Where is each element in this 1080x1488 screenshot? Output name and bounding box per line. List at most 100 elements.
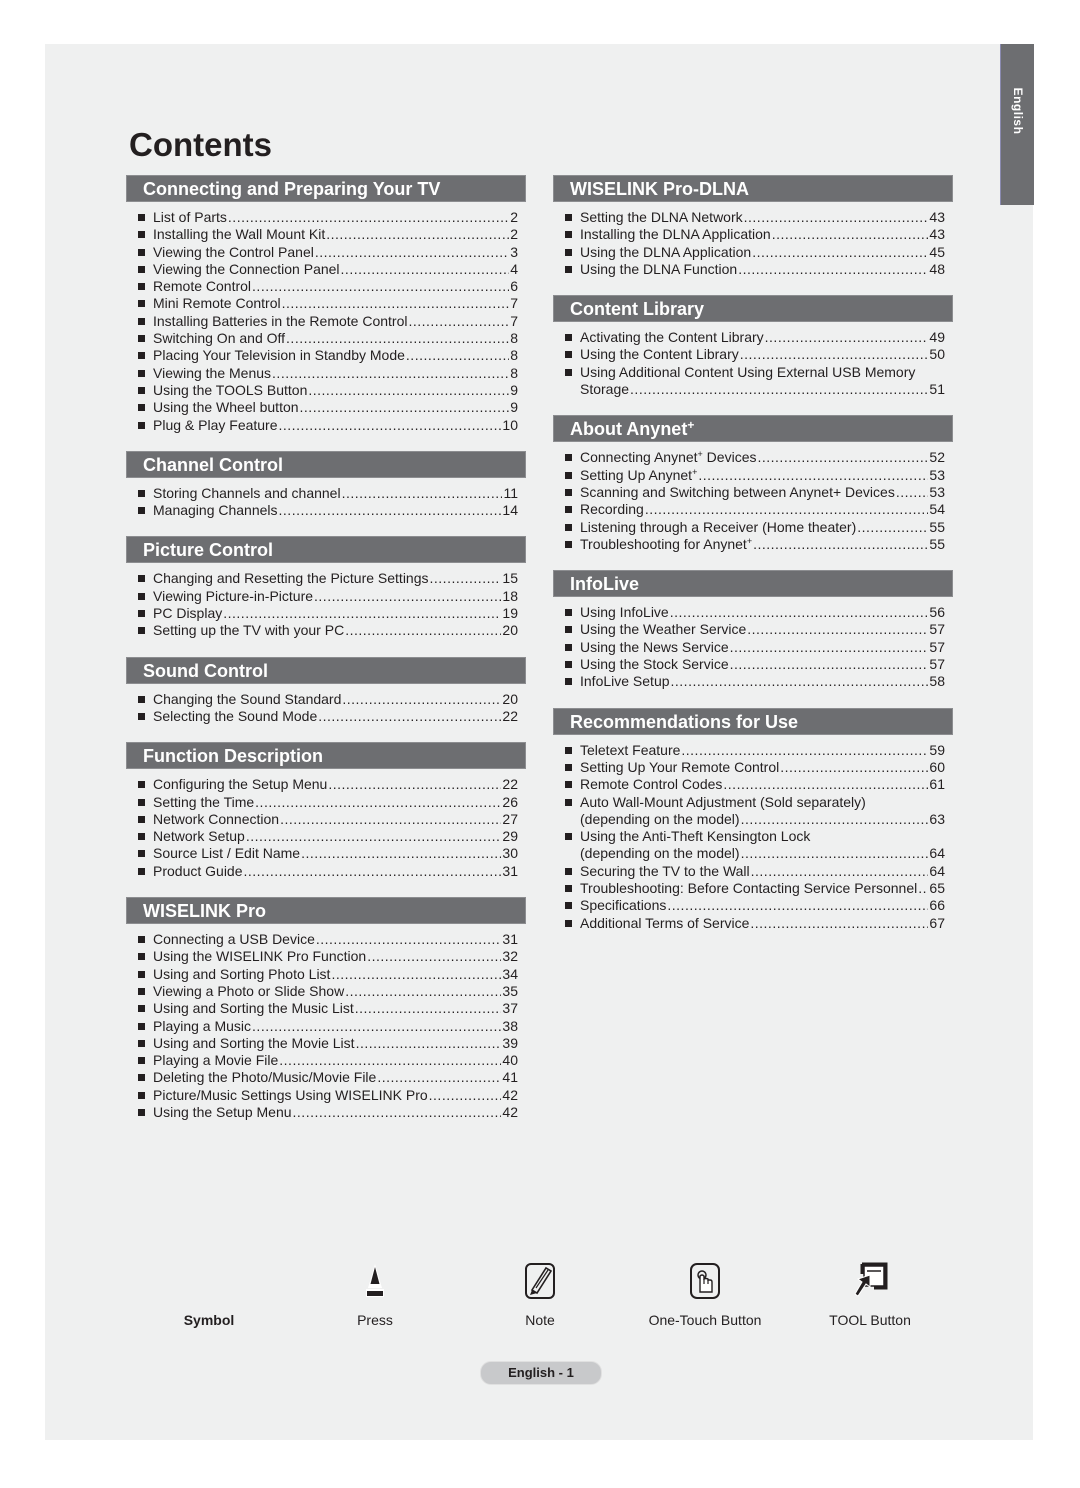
toc-entry[interactable]: Using Additional Content Using External … — [565, 364, 945, 399]
toc-entry-page-number: 57 — [929, 656, 945, 673]
toc-entry[interactable]: Listening through a Receiver (Home theat… — [565, 519, 945, 536]
dot-leader — [752, 244, 928, 261]
toc-entry[interactable]: Using the News Service 57 — [565, 639, 945, 656]
toc-entry[interactable]: Using the Weather Service 57 — [565, 621, 945, 638]
dot-leader — [316, 931, 502, 948]
toc-entry[interactable]: Storing Channels and channel 11 — [138, 485, 518, 502]
bullet-square-icon — [138, 833, 145, 841]
toc-entry[interactable]: Additional Terms of Service 67 — [565, 915, 945, 932]
toc-entry-page-number: 55 — [929, 535, 945, 552]
toc-entry[interactable]: Switching On and Off 8 — [138, 330, 518, 347]
toc-entry[interactable]: Playing a Movie File 40 — [138, 1052, 518, 1069]
toc-entry-label: (depending on the model) — [580, 811, 740, 828]
toc-entry[interactable]: Using the Anti-Theft Kensington Lock (dep… — [565, 828, 945, 863]
toc-entry[interactable]: Placing Your Television in Standby Mode 8 — [138, 347, 518, 364]
toc-entry[interactable]: Connecting Anynet+ Devices 52 — [565, 449, 945, 466]
toc-entry[interactable]: Using InfoLive 56 — [565, 604, 945, 621]
toc-entry[interactable]: Troubleshooting: Before Contacting Servi… — [565, 880, 945, 897]
toc-entry-text: Setting the Time — [153, 793, 255, 810]
toc-entry[interactable]: Remote Control Codes 61 — [565, 776, 945, 793]
toc-entry-text: Installing the Wall Mount Kit — [153, 226, 326, 243]
toc-entry-text: Remote Control — [153, 278, 252, 295]
dot-leader — [741, 845, 929, 862]
toc-entry[interactable]: Playing a Music 38 — [138, 1018, 518, 1035]
toc-entry[interactable]: Viewing a Photo or Slide Show 35 — [138, 983, 518, 1000]
toc-entry[interactable]: Viewing the Menus 8 — [138, 365, 518, 382]
toc-entry[interactable]: Mini Remote Control 7 — [138, 295, 518, 312]
toc-entry[interactable]: Using the DLNA Function 48 — [565, 261, 945, 278]
toc-entry[interactable]: Installing Batteries in the Remote Contr… — [138, 313, 518, 330]
toc-entry[interactable]: Viewing the Control Panel 3 — [138, 244, 518, 261]
toc-entry-text: Using the WISELINK Pro Function — [153, 948, 367, 965]
dot-leader — [740, 346, 929, 363]
toc-entry[interactable]: Using the Content Library 50 — [565, 346, 945, 363]
section-heading: WISELINK Pro — [126, 897, 526, 925]
dot-leader — [896, 484, 929, 501]
toc-entry[interactable]: Activating the Content Library 49 — [565, 329, 945, 346]
dot-leader — [765, 329, 929, 346]
toc-entry[interactable]: Source List / Edit Name 30 — [138, 845, 518, 862]
toc-entry[interactable]: Managing Channels 14 — [138, 502, 518, 519]
toc-entry[interactable]: Using and Sorting the Movie List 39 — [138, 1035, 518, 1052]
bullet-square-icon — [138, 1108, 145, 1116]
toc-entry[interactable]: Plug & Play Feature 10 — [138, 417, 518, 434]
toc-entry[interactable]: Changing and Resetting the Picture Setti… — [138, 570, 518, 587]
toc-entry-page-number: 58 — [929, 673, 945, 690]
toc-entry[interactable]: Using the Setup Menu 42 — [138, 1104, 518, 1121]
toc-entry[interactable]: Troubleshooting for Anynet+55 — [565, 536, 945, 553]
toc-entry[interactable]: Viewing Picture-in-Picture 18 — [138, 588, 518, 605]
toc-entry[interactable]: Selecting the Sound Mode 22 — [138, 708, 518, 725]
symbol-note: Note — [470, 1262, 610, 1328]
toc-entry[interactable]: Recording 54 — [565, 501, 945, 518]
toc-entry-page-number: 60 — [929, 758, 945, 775]
toc-entry[interactable]: Viewing the Connection Panel 4 — [138, 261, 518, 278]
toc-entry[interactable]: Using the TOOLS Button 9 — [138, 382, 518, 399]
toc-entry[interactable]: Network Setup 29 — [138, 828, 518, 845]
bullet-square-icon — [138, 695, 145, 703]
toc-entry[interactable]: Changing the Sound Standard 20 — [138, 691, 518, 708]
toc-entry[interactable]: Setting the DLNA Network 43 — [565, 209, 945, 226]
toc-entry-page-number: 15 — [502, 570, 518, 587]
toc-entry-text: Viewing the Connection Panel — [153, 260, 340, 277]
dot-leader — [857, 519, 928, 536]
toc-entry[interactable]: Specifications 66 — [565, 897, 945, 914]
toc-entry[interactable]: Picture/Music Settings Using WISELINK Pr… — [138, 1087, 518, 1104]
toc-entry[interactable]: Setting Up Anynet+53 — [565, 467, 945, 484]
toc-entry[interactable]: Securing the TV to the Wall 64 — [565, 863, 945, 880]
toc-entry[interactable]: Setting up the TV with your PC 20 — [138, 622, 518, 639]
toc-entry[interactable]: Using the Wheel button 9 — [138, 399, 518, 416]
toc-entry[interactable]: Deleting the Photo/Music/Movie File 41 — [138, 1069, 518, 1086]
toc-entry[interactable]: Network Connection 27 — [138, 811, 518, 828]
toc-entry[interactable]: Installing the DLNA Application 43 — [565, 226, 945, 243]
toc-entry[interactable]: Scanning and Switching between Anynet+ D… — [565, 484, 945, 501]
toc-entry-page-number: 22 — [502, 776, 518, 793]
dot-leader — [282, 295, 510, 312]
toc-entry[interactable]: Using the WISELINK Pro Function 32 — [138, 948, 518, 965]
toc-entry[interactable]: Using and Sorting the Music List 37 — [138, 1000, 518, 1017]
toc-entry[interactable]: InfoLive Setup 58 — [565, 673, 945, 690]
toc-entry[interactable]: Auto Wall-Mount Adjustment (Sold separat… — [565, 794, 945, 829]
toc-entry[interactable]: Installing the Wall Mount Kit 2 — [138, 226, 518, 243]
toc-entry[interactable]: Configuring the Setup Menu 22 — [138, 776, 518, 793]
toc-entry[interactable]: Using the DLNA Application 45 — [565, 244, 945, 261]
toc-entry[interactable]: Using and Sorting Photo List 34 — [138, 966, 518, 983]
toc-entry[interactable]: Teletext Feature 59 — [565, 742, 945, 759]
toc-entry[interactable]: List of Parts 2 — [138, 209, 518, 226]
toc-entry[interactable]: Connecting a USB Device 31 — [138, 931, 518, 948]
toc-entry-text: Source List / Edit Name — [153, 845, 301, 862]
toc-entry[interactable]: Using the Stock Service 57 — [565, 656, 945, 673]
toc-entry-label: Changing the Sound Standard — [153, 691, 341, 708]
toc-entry-text: InfoLive Setup — [580, 673, 670, 690]
toc-entry-text: Scanning and Switching between Anynet+ D… — [580, 483, 895, 500]
toc-entry-label: Changing and Resetting the Picture Setti… — [153, 570, 429, 587]
toc-entry[interactable]: Setting Up Your Remote Control 60 — [565, 759, 945, 776]
toc-entry[interactable]: Setting the Time 26 — [138, 794, 518, 811]
toc-entry-label: Auto Wall-Mount Adjustment (Sold separat… — [580, 794, 866, 811]
toc-entry[interactable]: PC Display 19 — [138, 605, 518, 622]
toc-entry[interactable]: Product Guide 31 — [138, 863, 518, 880]
toc-entry-label: Using the Content Library — [580, 346, 739, 363]
toc-entry[interactable]: Remote Control 6 — [138, 278, 518, 295]
toc-entry-text: Listening through a Receiver (Home theat… — [580, 518, 857, 535]
toc-entry-label: Installing Batteries in the Remote Contr… — [153, 313, 407, 330]
toc-entry-page-number: 65 — [929, 880, 945, 897]
